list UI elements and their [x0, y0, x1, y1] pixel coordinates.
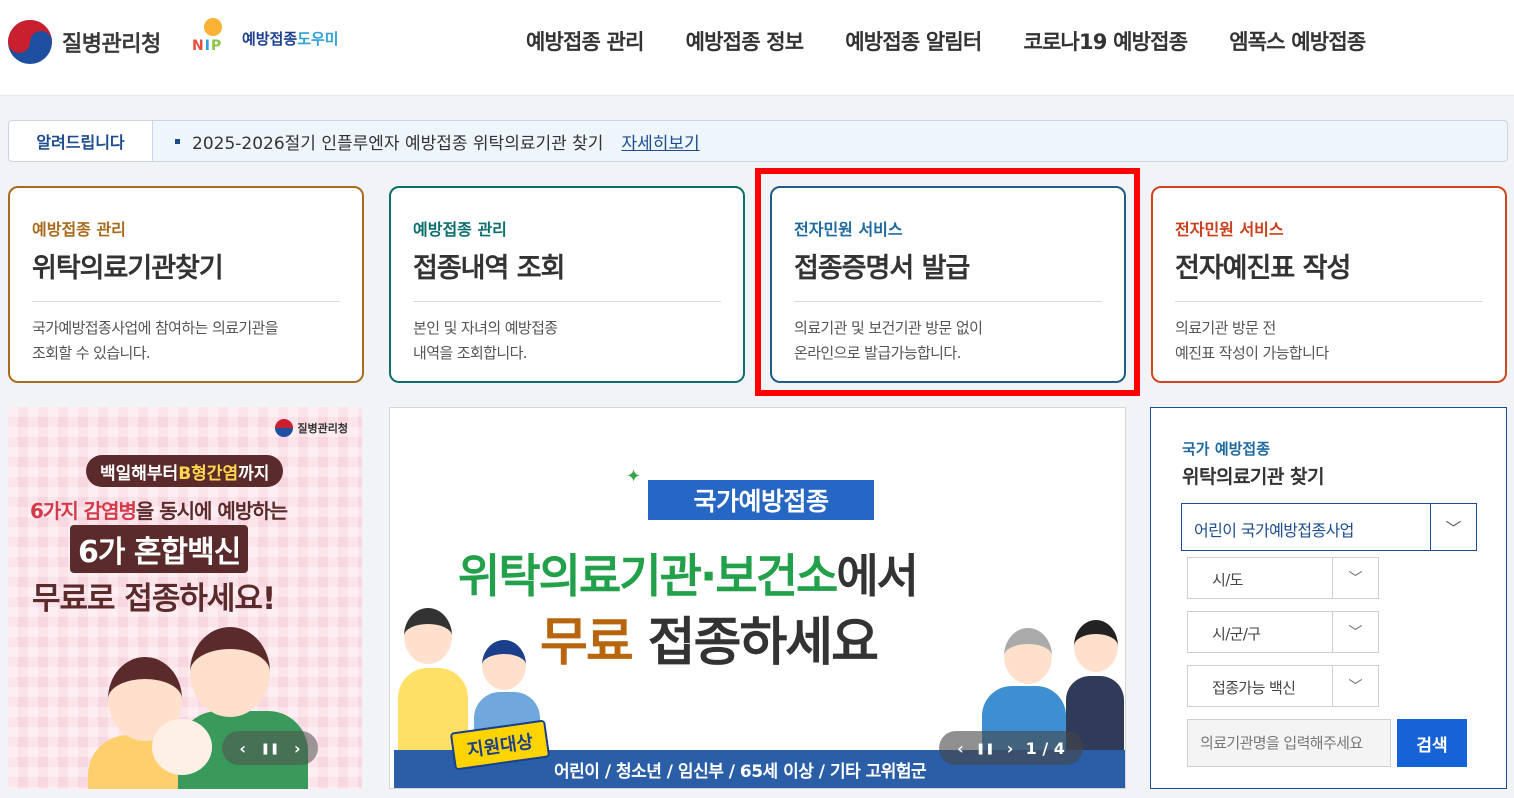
taeguk-mini-icon	[275, 419, 294, 437]
card-vaccination-history[interactable]: 예방접종 관리 접종내역 조회 본인 및 자녀의 예방접종 내역을 조회합니다.	[389, 186, 745, 383]
clinic-search-panel: 국가 예방접종 위탁의료기관 찾기 어린이 국가예방접종사업 ﹀ 시/도 ﹀ 시…	[1150, 407, 1507, 789]
promo-banner-6in1-vaccine[interactable]: 질병관리청 백일해부터 B형간염 까지 6가지 감염병을 동시에 예방하는 6가 …	[8, 407, 362, 789]
banner-line2: 6가 혼합백신	[70, 525, 249, 573]
search-title: 위탁의료기관 찾기	[1182, 466, 1324, 488]
card-title: 접종내역 조회	[413, 253, 565, 284]
nip-sun-icon: NIP	[192, 18, 236, 58]
sido-select[interactable]: 시/도 ﹀	[1187, 557, 1379, 599]
pause-icon[interactable]: ❚❚	[261, 742, 279, 755]
divider	[32, 301, 340, 302]
person-illustration	[482, 640, 526, 690]
search-subtitle: 국가 예방접종	[1182, 440, 1271, 458]
prev-arrow-icon[interactable]: ‹	[957, 739, 964, 758]
nav-vaccination-management[interactable]: 예방접종 관리	[505, 22, 665, 60]
chevron-down-icon[interactable]: ﹀	[1332, 558, 1378, 598]
search-button[interactable]: 검색	[1397, 719, 1467, 767]
next-arrow-icon[interactable]: ›	[294, 739, 301, 758]
main-nav: 예방접종 관리 예방접종 정보 예방접종 알림터 코로나19 예방접종 엠폭스 …	[505, 22, 1386, 60]
card-e-prescreening[interactable]: 전자민원 서비스 전자예진표 작성 의료기관 방문 전 예진표 작성이 가능합니다	[1151, 186, 1507, 383]
left-banner-controls: ‹ ❚❚ ›	[222, 731, 318, 765]
person-illustration	[1074, 620, 1118, 672]
divider	[413, 301, 721, 302]
card-category: 예방접종 관리	[413, 220, 507, 239]
slide-pager: 1 / 4	[1025, 738, 1065, 758]
clinic-name-input[interactable]	[1187, 719, 1391, 767]
banner-headline1: 위탁의료기관·보건소에서	[458, 549, 919, 603]
prev-arrow-icon[interactable]: ‹	[239, 739, 246, 758]
nav-covid19[interactable]: 코로나19 예방접종	[1002, 22, 1208, 60]
divider	[794, 301, 1102, 302]
star-icon: ✦	[626, 466, 642, 487]
card-find-clinic[interactable]: 예방접종 관리 위탁의료기관찾기 국가예방접종사업에 참여하는 의료기관을 조회할…	[8, 186, 364, 383]
notice-label: 알려드립니다	[9, 121, 153, 161]
card-desc: 본인 및 자녀의 예방접종 내역을 조회합니다.	[413, 319, 558, 362]
notice-bar: 알려드립니다 2025-2026절기 인플루엔자 예방접종 위탁의료기관 찾기 …	[8, 120, 1508, 162]
center-banner-controls: ‹ ❚❚ › 1 / 4	[939, 731, 1083, 765]
notice-more-link[interactable]: 자세히보기	[621, 129, 699, 154]
nip-logo[interactable]: NIP 예방접종도우미	[192, 18, 339, 58]
person-illustration	[1004, 628, 1052, 684]
nav-mpox[interactable]: 엠폭스 예방접종	[1208, 22, 1386, 60]
taeguk-emblem-icon	[8, 20, 52, 64]
card-certificate-issue[interactable]: 전자민원 서비스 접종증명서 발급 의료기관 및 보건기관 방문 없이 온라인으로…	[770, 186, 1126, 383]
kdca-logo[interactable]: 질병관리청	[8, 20, 161, 64]
next-arrow-icon[interactable]: ›	[1007, 739, 1014, 758]
card-category: 전자민원 서비스	[1175, 220, 1284, 239]
card-title: 위탁의료기관찾기	[32, 253, 224, 284]
divider	[1175, 301, 1483, 302]
site-header: 질병관리청 NIP 예방접종도우미 예방접종 관리 예방접종 정보 예방접종 알…	[0, 0, 1514, 96]
chevron-down-icon[interactable]: ﹀	[1430, 504, 1476, 550]
org-name: 질병관리청	[62, 32, 161, 57]
pause-icon[interactable]: ❚❚	[976, 742, 994, 755]
card-desc: 의료기관 방문 전 예진표 작성이 가능합니다	[1175, 319, 1329, 362]
card-category: 예방접종 관리	[32, 220, 126, 239]
card-title: 접종증명서 발급	[794, 253, 970, 284]
nip-logo-text: 예방접종도우미	[242, 29, 339, 48]
banner-tag: 국가예방접종	[648, 480, 874, 520]
vaccine-select[interactable]: 접종가능 백신 ﹀	[1187, 665, 1379, 707]
notice-text: 2025-2026절기 인플루엔자 예방접종 위탁의료기관 찾기 자세히보기	[175, 129, 700, 154]
chevron-down-icon[interactable]: ﹀	[1332, 612, 1378, 652]
banner-pill: 백일해부터 B형간염 까지	[86, 455, 284, 487]
nav-vaccination-info[interactable]: 예방접종 정보	[665, 22, 825, 60]
chevron-down-icon[interactable]: ﹀	[1332, 666, 1378, 706]
bullet-icon	[175, 138, 180, 144]
card-category: 전자민원 서비스	[794, 220, 903, 239]
banner-headline2: 무료 접종하세요	[540, 613, 879, 673]
program-select[interactable]: 어린이 국가예방접종사업 ﹀	[1181, 503, 1477, 551]
sigungu-select[interactable]: 시/군/구 ﹀	[1187, 611, 1379, 653]
card-title: 전자예진표 작성	[1175, 253, 1351, 284]
banner-line1: 6가지 감염병을 동시에 예방하는	[30, 499, 288, 523]
card-desc: 국가예방접종사업에 참여하는 의료기관을 조회할 수 있습니다.	[32, 319, 279, 362]
card-desc: 의료기관 및 보건기관 방문 없이 온라인으로 발급가능합니다.	[794, 319, 983, 362]
banner-line3: 무료로 접종하세요!	[32, 581, 276, 617]
person-illustration	[404, 608, 452, 664]
banner-org-logo: 질병관리청	[275, 419, 348, 437]
nav-vaccination-notice[interactable]: 예방접종 알림터	[824, 22, 1002, 60]
